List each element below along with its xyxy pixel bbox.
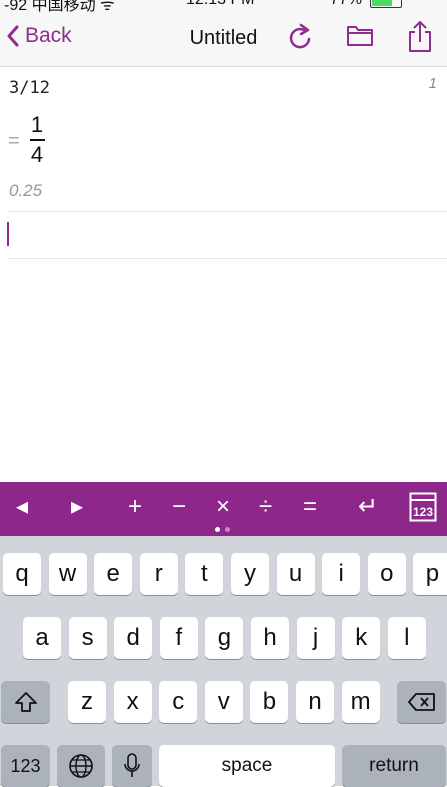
key-k[interactable]: k: [342, 617, 381, 659]
globe-icon: [69, 754, 93, 778]
line-divider: [8, 211, 447, 212]
key-b[interactable]: b: [250, 681, 289, 723]
backspace-icon: [407, 693, 435, 711]
key-r[interactable]: r: [139, 553, 178, 595]
page-dot: [215, 527, 220, 532]
page-dot: [225, 527, 230, 532]
key-d[interactable]: d: [114, 617, 153, 659]
key-m[interactable]: m: [341, 681, 380, 723]
key-a[interactable]: a: [23, 617, 61, 659]
battery-percent: 77%: [330, 0, 362, 9]
line-divider: [8, 258, 447, 259]
microphone-icon: [124, 753, 140, 777]
key-j[interactable]: j: [296, 617, 335, 659]
text-cursor: [7, 222, 9, 246]
shift-icon: [14, 692, 37, 712]
line-number: 1: [428, 75, 437, 92]
status-right: 77%: [330, 0, 403, 9]
divide-button[interactable]: ÷: [259, 494, 272, 520]
key-o[interactable]: o: [367, 553, 406, 595]
math-toolbar: ◂ ▸ + − × ÷ = ↵ 123: [0, 482, 447, 536]
key-t[interactable]: t: [185, 553, 224, 595]
status-bar: -92 中国移动 ᯤ 12:13 PM 77%: [0, 0, 447, 12]
key-l[interactable]: l: [387, 617, 426, 659]
folder-icon[interactable]: [345, 22, 375, 53]
key-p[interactable]: p: [413, 553, 447, 595]
space-key[interactable]: space: [159, 745, 335, 787]
equals-sign: =: [8, 130, 20, 152]
refresh-icon[interactable]: [287, 22, 315, 57]
key-g[interactable]: g: [205, 617, 244, 659]
key-n[interactable]: n: [296, 681, 334, 723]
calculation-document[interactable]: 3/12 1 = 1 4 0.25: [0, 67, 447, 482]
cursor-right-button[interactable]: ▸: [71, 494, 83, 520]
document-title: Untitled: [189, 27, 258, 49]
equals-button[interactable]: =: [303, 494, 317, 520]
globe-key[interactable]: [57, 745, 105, 787]
expression-input[interactable]: 3/12: [9, 78, 50, 98]
numerator: 1: [30, 112, 44, 137]
minus-button[interactable]: −: [172, 494, 186, 520]
cursor-left-button[interactable]: ◂: [16, 494, 28, 520]
plus-button[interactable]: +: [128, 494, 142, 520]
key-i[interactable]: i: [322, 553, 361, 595]
keyboard: 123 space return qwertyuiop asdfghjkl zxcv…: [0, 536, 447, 787]
toolbar-page-indicator: [215, 527, 230, 532]
return-key[interactable]: return: [342, 745, 446, 787]
key-c[interactable]: c: [159, 681, 198, 723]
battery-icon: [370, 0, 403, 8]
key-e[interactable]: e: [94, 553, 133, 595]
numpad-icon: 123: [409, 492, 437, 522]
dictation-key[interactable]: [112, 745, 152, 787]
multiply-button[interactable]: ×: [216, 494, 230, 520]
nav-bar: Back Untitled: [0, 12, 447, 67]
key-f[interactable]: f: [159, 617, 198, 659]
key-q[interactable]: q: [3, 553, 41, 595]
clock: 12:13 PM: [186, 0, 254, 9]
denominator: 4: [30, 142, 44, 167]
key-z[interactable]: z: [68, 681, 106, 723]
key-u[interactable]: u: [276, 553, 315, 595]
return-button[interactable]: ↵: [358, 494, 378, 520]
key-s[interactable]: s: [68, 617, 107, 659]
fraction-bar: [29, 139, 45, 141]
decimal-result: 0.25: [9, 181, 43, 200]
key-y[interactable]: y: [231, 553, 269, 595]
key-x[interactable]: x: [113, 681, 152, 723]
key-v[interactable]: v: [204, 681, 243, 723]
svg-text:123: 123: [413, 505, 433, 519]
fraction-result: 1 4: [29, 113, 45, 167]
shift-key[interactable]: [1, 681, 50, 723]
key-h[interactable]: h: [251, 617, 289, 659]
carrier-label: -92 中国移动 ᯤ: [4, 0, 115, 12]
share-icon[interactable]: [406, 20, 434, 59]
key-w[interactable]: w: [48, 553, 87, 595]
backspace-key[interactable]: [397, 681, 446, 723]
numbers-key[interactable]: 123: [1, 745, 50, 787]
numpad-toggle-button[interactable]: 123: [409, 492, 437, 528]
